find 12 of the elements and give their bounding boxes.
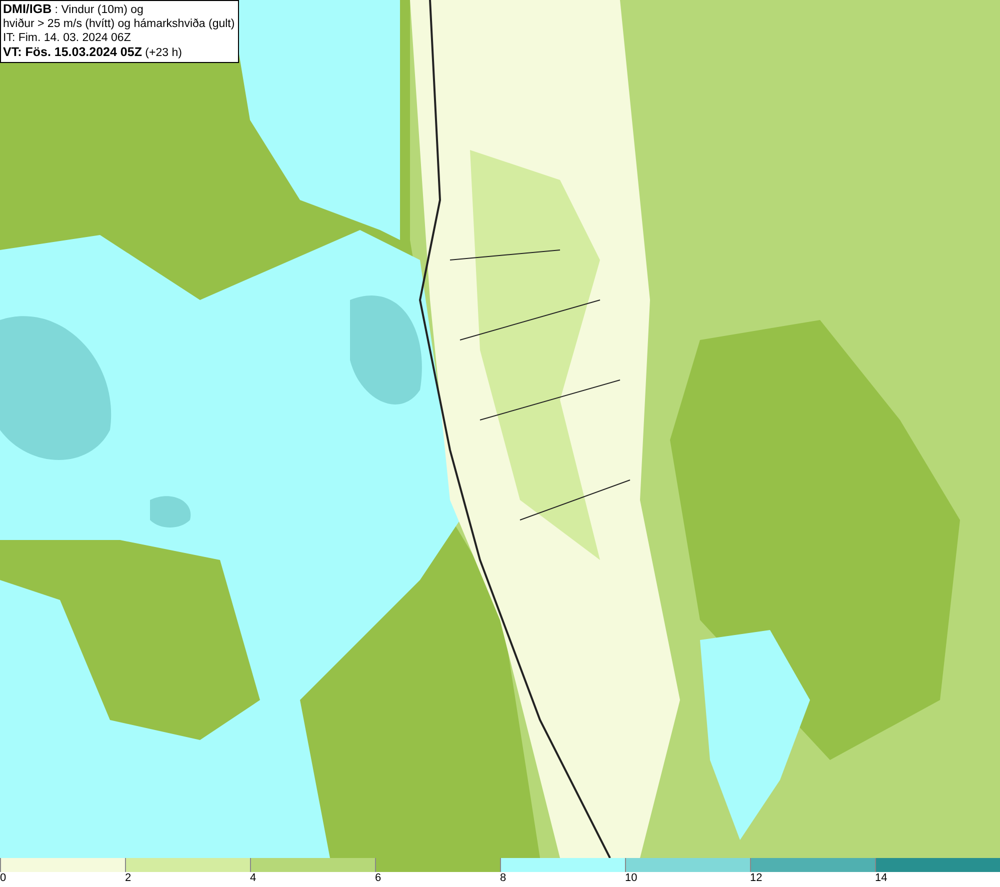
legend-tick-label: 8 — [500, 872, 506, 884]
info-text: DMI/IGB : Vindur (10m) og — [3, 2, 144, 17]
legend-tick-label: 2 — [125, 872, 132, 884]
legend-tick-label: 6 — [375, 872, 382, 884]
legend-tick-label: 0 — [0, 872, 6, 884]
legend-tick-label: 10 — [625, 872, 638, 884]
info-text: VT: Fös. 15.03.2024 05Z (+23 h) — [3, 45, 183, 60]
legend-tick-label: 4 — [250, 872, 256, 884]
info-text: hviður > 25 m/s (hvítt) og hámarkshviða (gult) — [3, 17, 235, 31]
info-text: IT: Fim. 14. 03. 2024 06Z — [3, 31, 132, 45]
legend-tick-label: 12 — [750, 872, 762, 884]
legend-tick-label: 14 — [875, 872, 888, 884]
